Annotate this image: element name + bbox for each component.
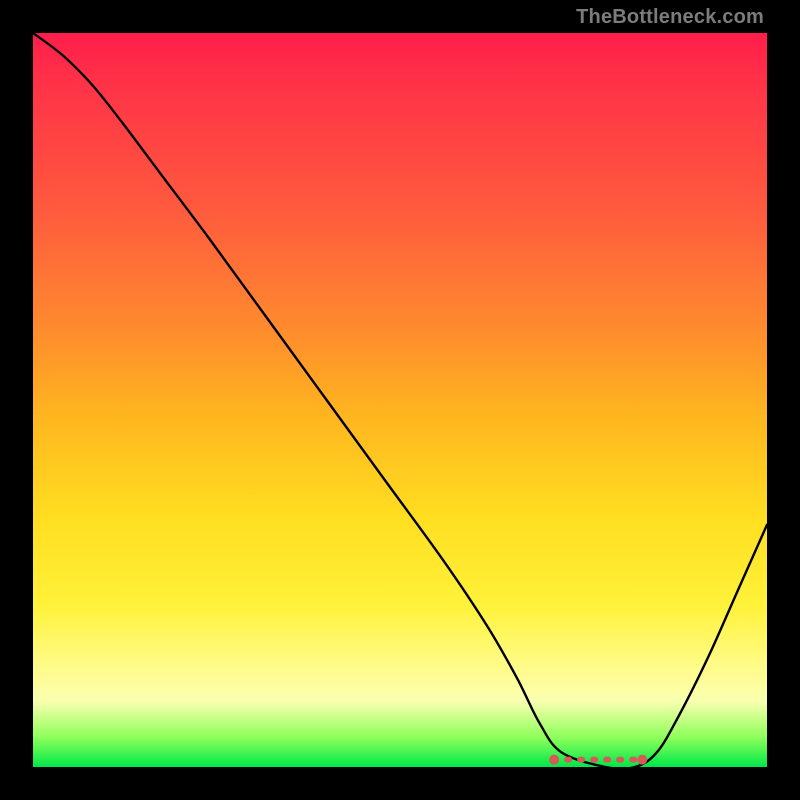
optimal-range-dot-left — [549, 755, 559, 765]
curve-path — [33, 33, 767, 769]
optimal-range-dot-right — [637, 755, 647, 765]
plot-area — [33, 33, 767, 767]
watermark-text: TheBottleneck.com — [576, 6, 764, 29]
chart-stage: TheBottleneck.com — [0, 0, 800, 800]
bottleneck-curve — [33, 33, 767, 767]
